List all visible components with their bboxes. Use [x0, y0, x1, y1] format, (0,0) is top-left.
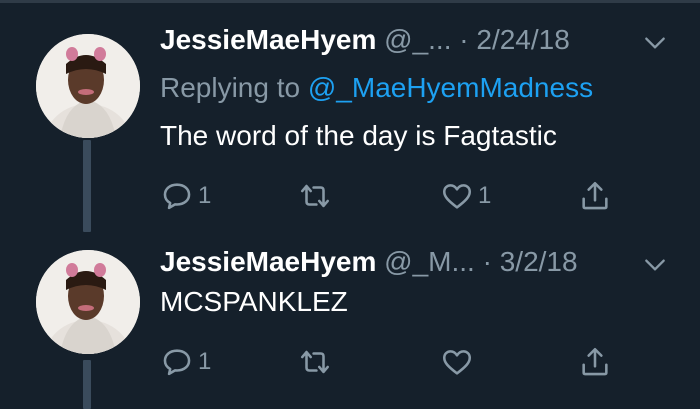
like-icon	[442, 184, 472, 209]
tweet-header: JessieMaeHyem @_... · 2/24/18	[160, 24, 570, 56]
chevron-down-icon[interactable]	[642, 252, 668, 284]
retweet-icon	[300, 184, 330, 208]
share-icon	[582, 181, 608, 210]
avatar-image	[36, 250, 140, 354]
replying-to: Replying to @_MaeHyemMadness	[160, 72, 593, 104]
like-icon	[442, 350, 472, 375]
tweet-actions: 1 1	[160, 176, 620, 216]
share-icon	[582, 347, 608, 376]
replying-to-mention[interactable]: @_MaeHyemMadness	[308, 72, 593, 103]
tweet-text: The word of the day is Fagtastic	[160, 120, 557, 151]
display-name[interactable]: JessieMaeHyem	[160, 246, 376, 277]
chevron-down-icon[interactable]	[642, 30, 668, 62]
reply-icon	[163, 183, 191, 210]
reply-icon	[163, 349, 191, 376]
share-button[interactable]	[578, 342, 612, 382]
avatar-image	[36, 34, 140, 138]
tweet-actions: 1	[160, 342, 620, 382]
top-divider	[0, 0, 700, 3]
tweet-header: JessieMaeHyem @_M... · 3/2/18	[160, 246, 578, 278]
retweet-button[interactable]	[298, 342, 336, 382]
avatar[interactable]	[36, 34, 140, 138]
like-count: 1	[478, 182, 492, 209]
tweet-text: MCSPANKLEZ	[160, 286, 348, 317]
display-name[interactable]: JessieMaeHyem	[160, 24, 376, 55]
thread-connector	[83, 360, 91, 409]
retweet-button[interactable]	[298, 176, 336, 216]
tweet-date[interactable]: · 2/24/18	[459, 24, 570, 55]
reply-count: 1	[198, 182, 212, 209]
thread-connector	[83, 140, 91, 232]
username-handle[interactable]: @_M...	[384, 246, 475, 277]
retweet-icon	[300, 350, 330, 374]
avatar[interactable]	[36, 250, 140, 354]
reply-button[interactable]: 1	[160, 342, 211, 382]
share-button[interactable]	[578, 176, 612, 216]
replying-to-label: Replying to	[160, 72, 301, 103]
tweet-date[interactable]: · 3/2/18	[483, 246, 578, 277]
like-button[interactable]: 1	[440, 176, 491, 216]
reply-button[interactable]: 1	[160, 176, 211, 216]
reply-count: 1	[198, 348, 212, 375]
username-handle[interactable]: @_...	[384, 24, 451, 55]
like-button[interactable]	[440, 342, 478, 382]
